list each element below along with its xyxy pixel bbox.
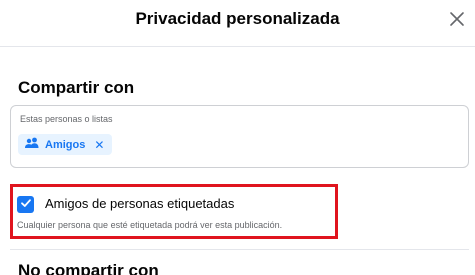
dont-share-with-heading: No compartir con — [18, 261, 159, 275]
dialog-header: Privacidad personalizada — [0, 0, 475, 47]
tagged-friends-label[interactable]: Amigos de personas etiquetadas — [45, 196, 234, 211]
tagged-friends-description: Cualquier persona que esté etiquetada po… — [17, 220, 283, 230]
section-divider — [10, 249, 469, 250]
close-icon — [449, 11, 465, 32]
share-with-field[interactable]: Estas personas o listas Amigos ✕ — [10, 105, 469, 168]
share-with-heading: Compartir con — [18, 78, 135, 97]
close-button[interactable] — [446, 10, 468, 32]
checkmark-icon — [20, 196, 32, 214]
dialog-title: Privacidad personalizada — [135, 9, 340, 28]
remove-chip-button[interactable]: ✕ — [94, 138, 104, 152]
share-with-field-label: Estas personas o listas — [20, 114, 113, 124]
friends-chip[interactable]: Amigos ✕ — [18, 134, 113, 155]
friends-icon — [24, 137, 40, 152]
tagged-friends-checkbox[interactable] — [17, 196, 34, 213]
tagged-friends-option: Amigos de personas etiquetadas Cualquier… — [10, 184, 338, 239]
friends-chip-label: Amigos — [45, 138, 86, 151]
